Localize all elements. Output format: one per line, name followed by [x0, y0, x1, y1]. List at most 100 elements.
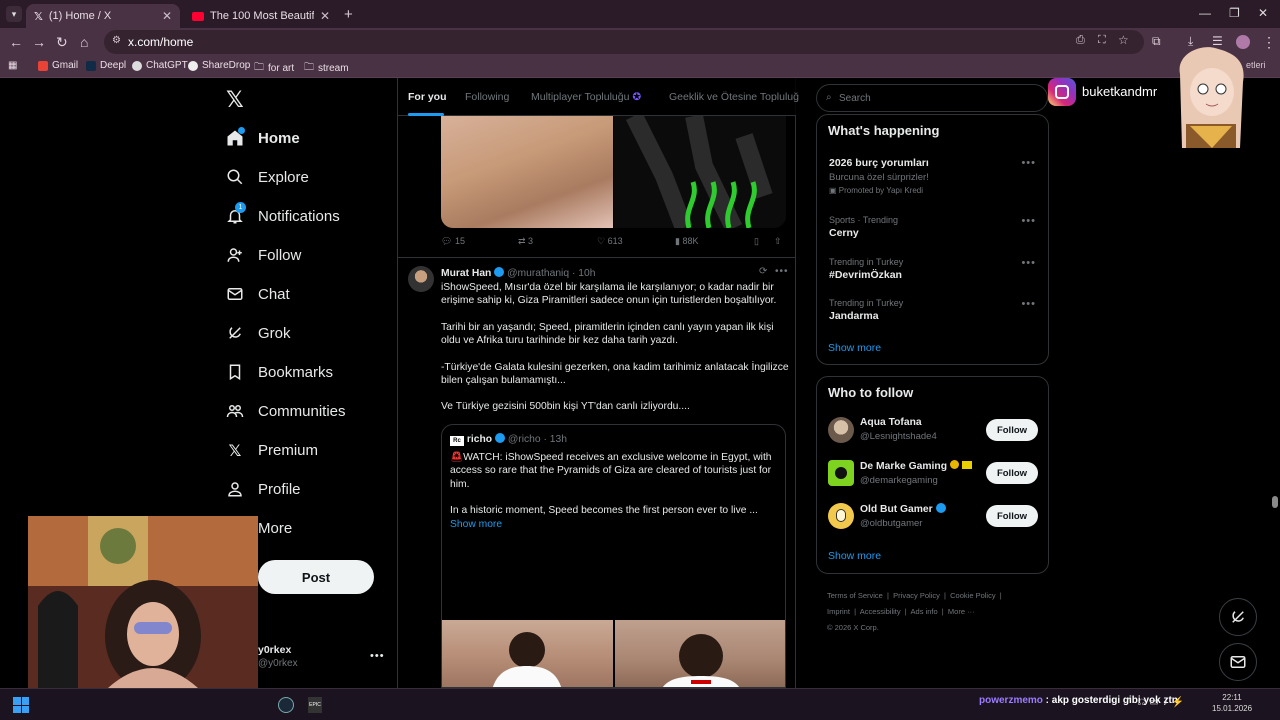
steam-icon[interactable] [278, 697, 294, 713]
trend-more-icon[interactable]: ••• [1021, 298, 1036, 310]
tab-search-icon[interactable]: ▾ [6, 6, 22, 22]
author-handle[interactable]: @murathaniq [507, 268, 569, 279]
nav-bookmarks[interactable]: Bookmarks [226, 363, 333, 381]
tab-geeklik[interactable]: Geeklik ve Ötesine Topluluğ [669, 91, 799, 103]
nav-follow[interactable]: Follow [226, 246, 301, 264]
system-tray-icons[interactable]: ⌃⎌▭♪⚡ [1125, 697, 1188, 708]
grok-float-button[interactable] [1219, 598, 1257, 636]
clock[interactable]: 22:11 15.01.2026 [1212, 693, 1252, 713]
show-more-link[interactable]: Show more [450, 518, 780, 531]
post-media-image[interactable] [614, 116, 786, 228]
nav-communities[interactable]: Communities [226, 402, 346, 420]
author-name[interactable]: Murat Han [441, 268, 491, 279]
avatar[interactable] [828, 417, 854, 443]
extensions-icon[interactable]: ⧉ [1152, 34, 1161, 49]
trend-more-icon[interactable]: ••• [1021, 157, 1036, 169]
trend-item[interactable]: Trending in Turkey #DevrimÖzkan [829, 257, 903, 281]
close-window-icon[interactable]: ✕ [1258, 6, 1268, 20]
bookmark-star-icon[interactable]: ☆ [1118, 33, 1129, 47]
restore-icon[interactable]: ❐ [1229, 6, 1240, 20]
footer-link[interactable]: Ads info [911, 607, 938, 616]
post-more-icon[interactable]: ••• [775, 266, 789, 277]
follow-button[interactable]: Follow [986, 419, 1038, 441]
suggested-account[interactable]: Old But Gamer @oldbutgamer [860, 503, 946, 529]
show-more-link[interactable]: Show more [828, 550, 881, 562]
x-logo-icon[interactable]: 𝕏 [226, 88, 244, 113]
tab-for-you[interactable]: For you [408, 91, 447, 103]
address-bar[interactable]: ⚙ x.com/home ⎙ ⛶ ☆ [104, 30, 1144, 54]
footer-link[interactable]: Accessibility [860, 607, 901, 616]
trend-item[interactable]: 2026 burç yorumları Burcuna özel sürpriz… [829, 157, 929, 195]
bookmark-sharedrop[interactable]: ShareDrop [188, 60, 250, 71]
install-app-icon[interactable]: ⎙ [1076, 34, 1085, 47]
tab-x-home[interactable]: 𝕏 (1) Home / X ✕ [26, 4, 180, 28]
grok-explain-icon[interactable]: ⟳ [759, 266, 767, 277]
nav-chat[interactable]: Chat [226, 285, 290, 303]
avatar[interactable] [828, 503, 854, 529]
nav-profile[interactable]: Profile [226, 480, 301, 498]
tab-youtube[interactable]: The 100 Most Beautiful Faces o ✕ [184, 4, 338, 28]
reload-icon[interactable]: ↻ [56, 34, 68, 51]
views-button[interactable]: ▮ 88K [675, 236, 698, 247]
nav-premium[interactable]: 𝕏 Premium [226, 441, 318, 460]
share-icon[interactable]: ⇧ [774, 236, 782, 247]
messages-float-button[interactable] [1219, 643, 1257, 681]
quoted-post[interactable]: Rc richo @richo · 13h 🚨︎WATCH: iShowSpee… [441, 424, 786, 688]
footer-link[interactable]: More ··· [948, 607, 975, 616]
trend-more-icon[interactable]: ••• [1021, 257, 1036, 269]
footer-link[interactable]: Imprint [827, 607, 850, 616]
bookmark-folder-stream[interactable]: 🗀 stream [304, 60, 349, 77]
footer-link[interactable]: Cookie Policy [950, 591, 995, 600]
post-time[interactable]: 10h [578, 268, 595, 279]
new-tab-button[interactable]: + [344, 6, 353, 23]
avatar[interactable] [828, 460, 854, 486]
menu-icon[interactable]: ⋮ [1262, 34, 1276, 51]
avatar[interactable] [408, 266, 434, 292]
epic-games-icon[interactable]: EPIC [308, 697, 322, 713]
scrollbar-thumb[interactable] [1272, 496, 1278, 508]
post-button[interactable]: Post [258, 560, 374, 594]
windows-taskbar: EPIC powerzmemo : akp gosterdigi gibi yo… [0, 688, 1280, 720]
apps-icon[interactable]: ▦ [8, 60, 17, 71]
footer-link[interactable]: Terms of Service [827, 591, 883, 600]
back-icon[interactable]: ← [9, 34, 23, 50]
quoted-media-image[interactable] [442, 620, 613, 687]
account-switcher[interactable]: y0rkex @y0rkex ••• [258, 644, 390, 674]
suggested-account[interactable]: Aqua Tofana @Lesnightshade4 [860, 417, 937, 442]
trend-item[interactable]: Trending in Turkey Jandarma [829, 298, 903, 322]
nav-grok[interactable]: Grok [226, 324, 291, 342]
home-icon[interactable]: ⌂ [80, 34, 88, 50]
minimize-icon[interactable]: — [1199, 6, 1211, 20]
tab-title: The 100 Most Beautiful Faces o [210, 10, 314, 22]
tab-multiplayer-toplulugu[interactable]: Multiplayer Topluluğu ✪ [531, 91, 641, 103]
post-media-image[interactable] [441, 116, 613, 228]
repost-button[interactable]: ⇄ 3 [518, 236, 533, 247]
tab-following[interactable]: Following [465, 91, 509, 103]
reply-button[interactable]: 💬︎ 15 [441, 236, 465, 247]
bookmark-deepl[interactable]: Deepl [86, 60, 126, 71]
bookmark-chatgpt[interactable]: ChatGPT [132, 60, 188, 71]
footer-link[interactable]: Privacy Policy [893, 591, 940, 600]
bookmark-icon[interactable]: ▯ [754, 236, 759, 247]
bookmark-gmail[interactable]: Gmail [38, 60, 78, 71]
windows-start-icon[interactable] [13, 697, 29, 713]
translate-icon[interactable]: ⛶ [1098, 34, 1106, 47]
trend-more-icon[interactable]: ••• [1021, 215, 1036, 227]
show-more-link[interactable]: Show more [828, 342, 881, 354]
follow-button[interactable]: Follow [986, 462, 1038, 484]
quoted-media-image[interactable] [615, 620, 785, 687]
like-button[interactable]: ♡ 613 [597, 236, 623, 247]
close-tab-icon[interactable]: ✕ [320, 9, 330, 23]
timeline: 💬︎ 15 ⇄ 3 ♡ 613 ▮ 88K ▯ ⇧ Murat Han @mur… [397, 78, 799, 688]
suggested-account[interactable]: De Marke Gaming @demarkegaming [860, 460, 972, 486]
trend-item[interactable]: Sports · Trending Cerny [829, 215, 898, 239]
site-info-icon[interactable]: ⚙ [112, 35, 121, 46]
follow-button[interactable]: Follow [986, 505, 1038, 527]
close-tab-icon[interactable]: ✕ [162, 9, 172, 23]
nav-explore[interactable]: Explore [226, 168, 309, 186]
bookmark-folder-for-art[interactable]: 🗀 for art [254, 60, 294, 77]
forward-icon[interactable]: → [32, 34, 46, 50]
nav-notifications[interactable]: 1 Notifications [226, 202, 340, 225]
nav-home[interactable]: Home [226, 127, 300, 147]
search-input[interactable]: ⌕ Search [816, 84, 1048, 112]
